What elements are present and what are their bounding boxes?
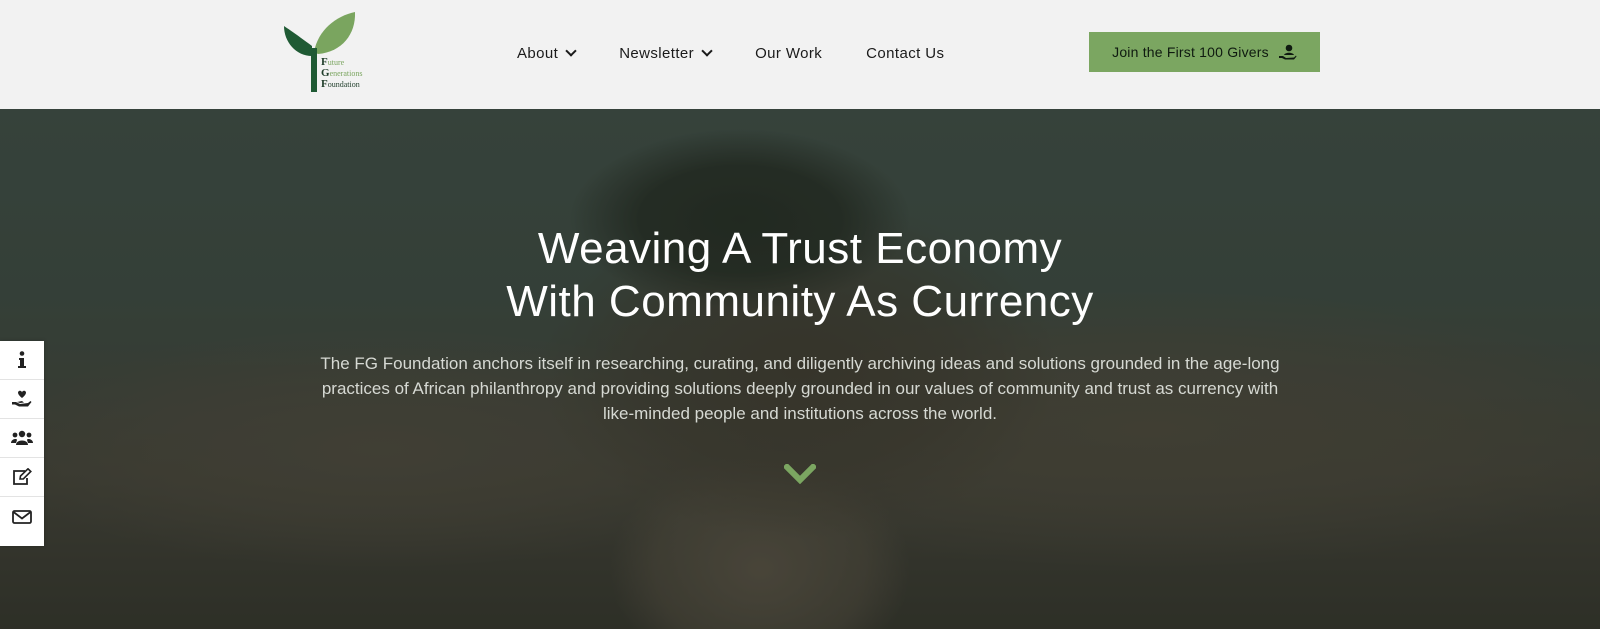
info-icon	[18, 351, 26, 368]
hand-holding-heart-icon	[12, 390, 32, 407]
site-logo[interactable]: Future Generations Foundation	[284, 12, 374, 94]
envelope-icon	[12, 509, 32, 524]
hero-section: Weaving A Trust Economy With Community A…	[0, 109, 1600, 629]
join-givers-button[interactable]: Join the First 100 Givers	[1089, 32, 1320, 72]
hand-holding-user-icon	[1278, 44, 1297, 60]
nav-item-label: Contact Us	[866, 44, 945, 62]
site-header: Future Generations Foundation About News…	[0, 0, 1600, 109]
edit-icon	[13, 468, 32, 485]
nav-item-newsletter[interactable]: Newsletter	[619, 42, 713, 64]
hero-title: Weaving A Trust Economy With Community A…	[0, 222, 1600, 328]
logo-wordmark: Future Generations Foundation	[321, 56, 363, 90]
chevron-down-icon	[701, 45, 713, 57]
nav-item-our-work[interactable]: Our Work	[755, 42, 822, 64]
nav-item-contact-us[interactable]: Contact Us	[866, 42, 944, 64]
sidebar-item-donate[interactable]	[0, 380, 44, 419]
nav-item-about[interactable]: About	[517, 42, 577, 64]
nav-item-label: Our Work	[755, 44, 823, 62]
hero-description: The FG Foundation anchors itself in rese…	[320, 354, 1280, 423]
sidebar-item-info[interactable]	[0, 341, 44, 380]
nav-item-label: Newsletter	[619, 44, 695, 62]
main-nav: About Newsletter Our Work Contact Us	[517, 42, 988, 64]
sidebar-item-edit[interactable]	[0, 458, 44, 497]
chevron-down-icon	[782, 462, 818, 485]
scroll-down-button[interactable]	[782, 462, 818, 485]
hero-title-line-2: With Community As Currency	[506, 277, 1094, 326]
sidebar-item-community[interactable]	[0, 419, 44, 458]
hero-title-line-1: Weaving A Trust Economy	[537, 224, 1063, 273]
sidebar-item-contact[interactable]	[0, 497, 44, 536]
users-icon	[11, 430, 33, 445]
chevron-down-icon	[565, 45, 577, 57]
nav-item-label: About	[517, 44, 559, 62]
floating-sidebar	[0, 341, 44, 546]
cta-label: Join the First 100 Givers	[1112, 44, 1269, 60]
